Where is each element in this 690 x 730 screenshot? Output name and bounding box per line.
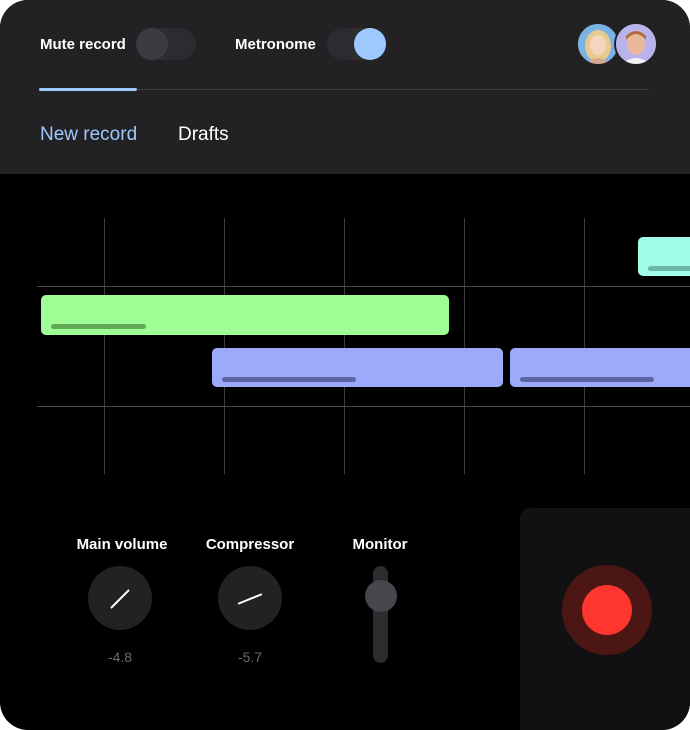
metronome-toggle-knob: [354, 28, 386, 60]
compressor-value: -5.7: [237, 649, 263, 665]
timeline-gridline: [584, 218, 585, 474]
metronome-toggle[interactable]: [327, 28, 387, 60]
timeline-gridline: [224, 218, 225, 474]
monitor-slider-handle[interactable]: [365, 580, 397, 612]
timeline-track-divider: [37, 406, 690, 407]
compressor-label: Compressor: [205, 536, 295, 553]
user-avatar-1: [578, 24, 618, 64]
tab-new-record[interactable]: New record: [40, 124, 137, 146]
compressor-knob[interactable]: [218, 566, 282, 630]
knob-indicator: [237, 593, 263, 605]
tab-underline-active: [39, 88, 137, 91]
clip-blue-1[interactable]: [212, 348, 503, 387]
clip-green[interactable]: [41, 295, 449, 335]
main-volume-label: Main volume: [76, 536, 168, 553]
monitor-label: Monitor: [352, 536, 408, 553]
clip-blue-2[interactable]: [510, 348, 690, 387]
mute-record-toggle[interactable]: [136, 28, 196, 60]
tab-drafts[interactable]: Drafts: [178, 124, 229, 146]
recorder-app: Mute record Metronome New record Drafts …: [0, 0, 690, 730]
clip-waveform: [648, 266, 690, 271]
timeline-gridline: [104, 218, 105, 474]
mute-record-label: Mute record: [40, 36, 126, 53]
clip-teal[interactable]: [638, 237, 690, 276]
main-volume-value: -4.8: [107, 649, 133, 665]
clip-waveform: [51, 324, 146, 329]
timeline-gridline: [464, 218, 465, 474]
clip-waveform: [222, 377, 356, 382]
timeline-gridline: [344, 218, 345, 474]
clip-waveform: [520, 377, 654, 382]
metronome-label: Metronome: [235, 36, 316, 53]
top-bar: Mute record Metronome New record Drafts: [0, 0, 690, 174]
user-avatar-2: [616, 24, 656, 64]
mute-record-toggle-knob: [136, 28, 168, 60]
knob-indicator: [110, 589, 130, 609]
avatar[interactable]: [614, 22, 658, 66]
timeline-track-divider: [37, 286, 690, 287]
record-icon[interactable]: [582, 585, 632, 635]
main-volume-knob[interactable]: [88, 566, 152, 630]
